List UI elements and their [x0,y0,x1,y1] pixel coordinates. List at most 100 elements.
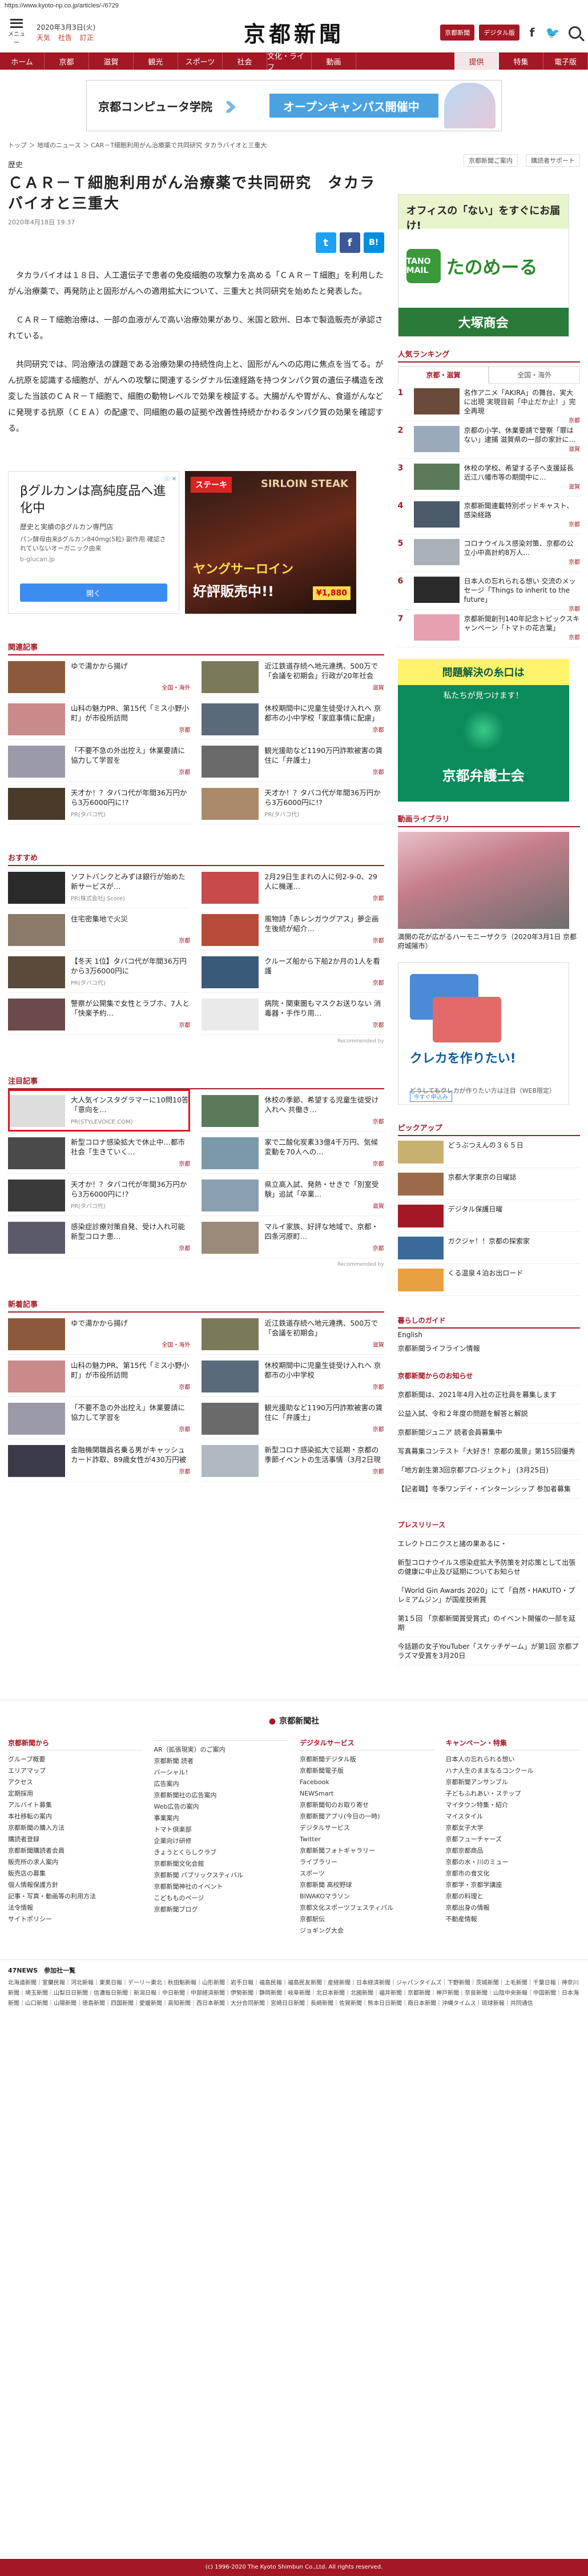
footer-link[interactable]: 不動産情報 [446,1914,581,1925]
footer-link[interactable]: 京都文化スポーツフェスティバル [300,1902,434,1914]
footer-link[interactable]: アルバイト募集 [8,1800,143,1811]
footer-link[interactable]: BIWAKOマラソン [300,1891,434,1902]
list-item[interactable]: 大人気インスタグラマーに10問10答「意向を… PR(STYLEVOICE.COM… [8,1089,191,1132]
lawyer-ad[interactable]: 問題解決の糸口は 私たちが見つけます！ 京都弁護士会 [397,659,569,802]
digital-button[interactable]: デジタル版 [479,24,519,41]
subscribe-button[interactable]: 京都新聞 [440,24,475,41]
ranking-item[interactable]: 2 京都の小学、休業要請で警察「罪はない」逮捕 滋賀県の一部の家計に… 滋賀 [397,421,580,459]
press-item[interactable]: 「World Gin Awards 2020」にて「自然・HAKUTO・プレミア… [397,1581,580,1609]
list-item[interactable]: 新型コロナ感染拡大で延期・京都の季節イベントの生活事情（3月2日現在）京都 [202,1439,384,1482]
site-logo[interactable]: 京都新聞 [244,17,344,48]
twitter-icon[interactable]: 🐦 [545,25,561,41]
footer-link[interactable]: 販売所の求人案内 [8,1857,143,1868]
press-item[interactable]: 第1５回 「京都新聞賞受賞式」のイベント開催の一部を延期 [397,1609,580,1637]
notice-item[interactable]: 公益入試、令和２年度の問題を解答と解説 [397,1404,580,1423]
footer-link[interactable]: 京都新聞アンサンブル [446,1777,581,1788]
credit-card-ad[interactable]: クレカを作りたい! どうしてもクレカが作りたい方は注目（WEB限定） 今すぐ申込… [397,962,569,1105]
footer-link[interactable]: ライブラリー [300,1857,434,1868]
list-item[interactable]: 「不要不急の外出控え」休業要請に協力して学習を 京都 [8,740,191,782]
ad-info-icon[interactable]: ⓘ ✕ [164,474,176,482]
nav-video[interactable]: 動画 [312,53,356,70]
tab-kyoto-shiga[interactable]: 京都・滋賀 [397,366,489,384]
footer-link[interactable]: 子どもふれあい・ステップ [446,1788,581,1800]
footer-link[interactable]: デジタルサービス [300,1822,434,1834]
footer-link[interactable]: 京都駅伝 [300,1914,434,1925]
footer-link[interactable]: 京都新聞フォトギャラリー [300,1845,434,1857]
footer-link[interactable]: 企業向け研修 [154,1836,289,1847]
footer-link[interactable]: 京都女子大学 [446,1822,581,1834]
footer-link[interactable]: 京都新聞ブログ [154,1904,289,1915]
menu-button[interactable]: メニュー [7,18,26,46]
footer-link[interactable]: 京都の料理と [446,1891,581,1902]
notice-item[interactable]: 【記者職】冬季ワンデイ・インターンシップ 参加者募集 [397,1480,580,1499]
video-thumbnail[interactable] [397,832,569,929]
search-icon[interactable] [569,26,581,39]
facebook-icon[interactable]: f [524,25,540,41]
press-item[interactable]: 新型コロナウイルス感染症拡大予防策を対応策として出張の健康に中止及び延期について… [397,1553,580,1581]
list-item[interactable]: 「不要不急の外出控え」休業要請に協力して学習を 京都 [8,1397,191,1439]
nav-epaper[interactable]: 電子版 [543,53,588,70]
tab-national[interactable]: 全国・海外 [489,366,580,384]
breadcrumb[interactable]: トップ ＞ 地域のニュース ＞ CAR－T細胞利用がん治療薬で共同研究 タカラバ… [0,137,588,153]
list-item[interactable]: 観光援助など1190万円詐欺被害の賃住に「弁護士」 京都 [202,740,384,782]
footer-link[interactable]: AR（拡張現実）のご案内 [154,1744,289,1756]
footer-link[interactable]: アクセス [8,1777,143,1788]
footer-link[interactable]: 個人情報保護方針 [8,1879,143,1891]
list-item[interactable]: クルーズ船から下船2か月の1人を看護 京都 [202,951,384,993]
list-item[interactable]: 観光援助など1190万円詐欺被害の賃住に「弁護士」 京都 [202,1397,384,1439]
ad-open-button[interactable]: 開く [20,583,167,602]
footer-link[interactable]: 京都学・京都学講座 [446,1879,581,1891]
list-item[interactable]: 休校期間中に児童生徒受け入れへ 京都市の小中学校 京都 [202,1355,384,1397]
footer-link[interactable]: ハナ人生のままなるコンクール [446,1765,581,1777]
nav-shiga[interactable]: 滋賀 [89,53,134,70]
footer-link[interactable]: 広告案内 [154,1778,289,1790]
footer-link[interactable]: 京都京都商品 [446,1845,581,1857]
footer-link[interactable]: 京都新聞購読者会員 [8,1845,143,1857]
footer-link[interactable]: 京都新聞デジタル版 [300,1754,434,1765]
list-item[interactable]: 病院・関東圏もマスクお送りない 消毒器・手作り用… 京都 [202,993,384,1035]
footer-link[interactable]: 京都新聞文化会館 [154,1858,289,1870]
press-item[interactable]: 今話題の女子YouTuber「スケッチゲーム」が第1回 京都プラズマ受賞を3月2… [397,1637,580,1665]
nav-feature[interactable]: 特集 [499,53,543,70]
ranking-item[interactable]: 4 京都新聞連載特別ポッドキャスト、感染経路 京都 [397,497,580,534]
press-item[interactable]: エレクトロニクスと諸の果あるに・ [397,1535,580,1553]
video-caption[interactable]: 満開の花が広がるハーモニーザクラ（2020年3月1日 京都府城陽市） [398,932,580,951]
list-item[interactable]: ゆで湯かから揚げ 全国・海外 [8,1313,191,1355]
notice-item[interactable]: 「地方創生第3回京都プロ-ジェクト」 (3月25日) [397,1461,580,1480]
footer-link[interactable]: スポーツ [300,1868,434,1879]
article-category[interactable]: 歴史 [8,153,384,170]
footer-link[interactable]: マイタウン特集・紹介 [446,1800,581,1811]
share-hatena-button[interactable]: B! [363,232,384,253]
footer-link[interactable]: 事業案内 [154,1813,289,1824]
footer-link[interactable]: 京都新聞 パブリックスティバル [154,1870,289,1881]
guide-english-link[interactable]: English [398,1329,580,1341]
nav-home[interactable]: ホーム [0,53,45,70]
list-item[interactable]: 山科の魅力PR、第15代「ミス小野小町」が市役所訪問 京都 [8,1355,191,1397]
footer-link[interactable]: 京都新聞電子版 [300,1765,434,1777]
news47-list[interactable]: 北海道新聞｜室蘭民報｜河北新報｜東奥日報｜デーリー東北｜秋田魁新報｜山形新聞｜岩… [8,1978,580,2009]
tanomail-ad[interactable]: オフィスの「ない」をすぐにお届け! TANO MAIL たのめーる 大塚商会 [397,194,569,337]
glucan-ad[interactable]: ⓘ ✕ βグルカンは高純度品へ進化中 歴史と実績のβグルカン専門店 パン酵母由来… [8,471,179,614]
footer-link[interactable]: サイトポリシー [8,1914,143,1925]
pickup-item[interactable]: くる温泉４泊お出ロード [397,1264,580,1296]
footer-link[interactable]: 京都新聞社の広告案内 [154,1790,289,1801]
ranking-item[interactable]: 5 コロナウイルス感染対策、京都の公立小中高計約8万人… 京都 [397,534,580,572]
list-item[interactable]: 2月29日生まれの人に何2-9-0、29人に機運… 京都 [202,866,384,908]
footer-link[interactable]: 購読者登録 [8,1834,143,1845]
list-item[interactable]: 天才か！？タバコ代が年間36万円から3万6000円に!? PR(タバコ代) [8,782,191,824]
list-item[interactable]: 山科の魅力PR、第15代「ミス小野小町」が市役所訪問 京都 [8,698,191,740]
pickup-item[interactable]: どうぶつえんの３６５日 [397,1136,580,1168]
list-item[interactable]: 新型コロナ感染拡大で休止中…都市社会「生きていく… 京都 [8,1132,191,1174]
footer-link[interactable]: 定期採用 [8,1788,143,1800]
footer-link[interactable]: 京都市の食文化 [446,1868,581,1879]
pickup-item[interactable]: 京都大学東京の日曜誌 [397,1168,580,1200]
list-item[interactable]: 天才か！？タバコ代が年間36万円から3万6000円に!? PR(タバコ代) [8,1174,191,1216]
footer-link[interactable]: 京都新聞 読者 [154,1756,289,1767]
ranking-item[interactable]: 6 日本人の忘れられる想い 交流のメッセージ「Things to inherit … [397,572,580,613]
footer-link[interactable]: 法令情報 [8,1902,143,1914]
share-facebook-button[interactable]: f [339,232,360,253]
notice-item[interactable]: 京都新聞ジュニア 読者会員募集中 [397,1423,580,1442]
list-item[interactable]: 近江鉄道存続へ地元連携、500万で「会議を初期会」 滋賀 [202,1313,384,1355]
footer-link[interactable]: 記事・写真・動画等の利用方法 [8,1891,143,1902]
footer-link[interactable]: エリアマップ [8,1765,143,1777]
